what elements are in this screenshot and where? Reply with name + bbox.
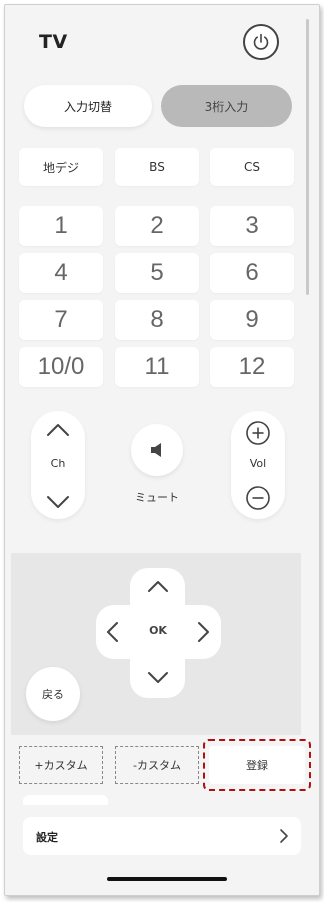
plus-circle-icon[interactable] (245, 420, 271, 446)
num-key-8[interactable]: 8 (115, 300, 199, 340)
add-custom-button[interactable]: +カスタム (19, 746, 103, 784)
power-button[interactable] (243, 24, 279, 60)
num-key-label: 9 (245, 306, 259, 333)
channel-up-icon[interactable] (46, 423, 70, 437)
terrestrial-digital-button[interactable]: 地デジ (19, 148, 103, 186)
channel-rocker: Ch (31, 411, 85, 519)
bs-button[interactable]: BS (115, 148, 199, 186)
ok-button[interactable]: OK (141, 624, 175, 637)
add-custom-label: +カスタム (34, 759, 88, 772)
num-key-6[interactable]: 6 (210, 253, 294, 293)
bs-label: BS (149, 160, 165, 174)
chevron-right-icon (279, 828, 289, 844)
volume-label: Vol (249, 457, 267, 470)
settings-label: 設定 (36, 831, 58, 844)
num-key-label: 11 (144, 353, 170, 380)
remove-custom-label: -カスタム (133, 759, 181, 772)
channel-label: Ch (50, 457, 66, 470)
channel-down-icon[interactable] (46, 495, 70, 509)
remote-screen: TV 入力切替 3桁入力 地デジ BS CS 1 2 3 4 5 6 7 8 9… (4, 4, 320, 896)
settings-row[interactable]: 設定 (23, 817, 301, 855)
num-key-label: 8 (150, 306, 164, 333)
num-key-label: 1 (54, 212, 68, 239)
num-key-2[interactable]: 2 (115, 206, 199, 246)
three-digit-input-button[interactable]: 3桁入力 (161, 85, 292, 127)
list-item (23, 795, 108, 805)
terrestrial-digital-label: 地デジ (42, 160, 79, 175)
num-key-9[interactable]: 9 (210, 300, 294, 340)
page-title: TV (39, 31, 68, 53)
minus-circle-icon[interactable] (245, 485, 271, 511)
arrow-right-icon[interactable] (197, 621, 210, 643)
num-key-7[interactable]: 7 (19, 300, 103, 340)
num-key-10[interactable]: 10/0 (19, 347, 103, 387)
arrow-down-icon[interactable] (147, 671, 169, 684)
num-key-label: 10/0 (37, 353, 85, 380)
num-key-5[interactable]: 5 (115, 253, 199, 293)
num-key-label: 12 (238, 353, 266, 380)
register-button[interactable]: 登録 (209, 746, 305, 784)
num-key-11[interactable]: 11 (115, 347, 199, 387)
register-label: 登録 (246, 759, 268, 772)
input-switch-label: 入力切替 (63, 99, 112, 114)
arrow-left-icon[interactable] (106, 621, 119, 643)
volume-rocker: Vol (231, 411, 285, 519)
num-key-label: 7 (54, 306, 68, 333)
num-key-4[interactable]: 4 (19, 253, 103, 293)
cs-label: CS (244, 160, 260, 174)
scrollbar[interactable] (306, 19, 309, 295)
num-key-label: 5 (150, 259, 164, 286)
remove-custom-button[interactable]: -カスタム (115, 746, 199, 784)
num-key-label: 3 (245, 212, 259, 239)
power-icon (251, 32, 271, 52)
back-button[interactable]: 戻る (26, 667, 80, 721)
num-key-3[interactable]: 3 (210, 206, 294, 246)
back-label: 戻る (42, 688, 64, 701)
cs-button[interactable]: CS (210, 148, 294, 186)
three-digit-label: 3桁入力 (204, 99, 249, 114)
arrow-up-icon[interactable] (147, 580, 169, 593)
mute-button[interactable] (131, 424, 183, 476)
num-key-label: 6 (245, 259, 259, 286)
mute-label: ミュート (135, 491, 179, 504)
home-indicator (107, 877, 227, 881)
num-key-label: 2 (150, 212, 164, 239)
num-key-12[interactable]: 12 (210, 347, 294, 387)
speaker-icon (150, 442, 164, 458)
num-key-label: 4 (54, 259, 68, 286)
num-key-1[interactable]: 1 (19, 206, 103, 246)
input-switch-button[interactable]: 入力切替 (24, 85, 152, 127)
